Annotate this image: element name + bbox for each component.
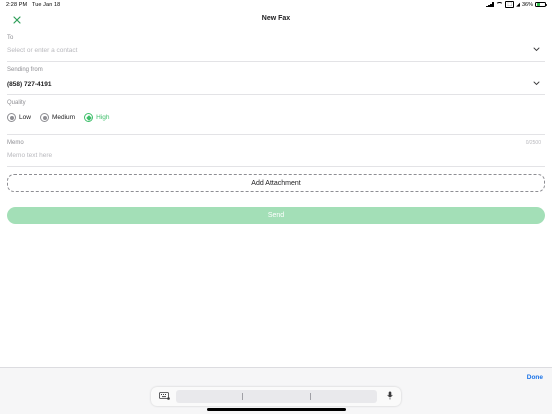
- memo-character-counter: 0/2500: [525, 140, 541, 146]
- divider: [242, 393, 243, 400]
- radio-icon: [7, 113, 16, 122]
- floating-keyboard-shortcut-bar: [151, 387, 401, 406]
- memo-input[interactable]: Memo text here: [7, 152, 52, 159]
- chevron-down-icon[interactable]: [533, 47, 540, 52]
- quality-option-label: Low: [19, 114, 31, 121]
- quality-option-high[interactable]: High: [84, 113, 109, 122]
- status-date: Tue Jan 18: [31, 2, 61, 8]
- status-time: 2:28 PM: [6, 2, 28, 8]
- memo-label: Memo: [7, 140, 24, 146]
- chevron-down-icon[interactable]: [533, 81, 540, 86]
- sending-from-label: Sending from: [7, 67, 43, 73]
- quality-option-low[interactable]: Low: [7, 113, 31, 122]
- vpn-icon: ⬚: [505, 1, 515, 8]
- to-input[interactable]: Select or enter a contact: [7, 47, 77, 54]
- battery-percent: 36%: [521, 1, 533, 8]
- page-title: New Fax: [261, 15, 291, 22]
- predictive-text-bar[interactable]: [176, 390, 377, 403]
- quality-field: Quality Low Medium High: [7, 99, 545, 135]
- status-indicators: ⬚ ◢ 36%: [486, 1, 547, 8]
- home-indicator: [207, 408, 346, 411]
- sending-from-value[interactable]: (858) 727-4191: [7, 81, 51, 88]
- memo-field[interactable]: Memo 0/2500 Memo text here: [7, 139, 545, 167]
- status-bar: 2:28 PM Tue Jan 18 ⬚ ◢ 36%: [0, 0, 552, 11]
- done-button[interactable]: Done: [527, 374, 543, 381]
- radio-selected-icon: [84, 113, 94, 122]
- keyboard-accessory-bar: Done: [0, 367, 552, 414]
- quality-options: Low Medium High: [7, 113, 109, 122]
- radio-icon: [39, 113, 49, 122]
- wifi-icon: [496, 2, 504, 7]
- divider: [310, 393, 311, 400]
- microphone-icon[interactable]: [387, 391, 393, 400]
- status-time-date: 2:28 PM Tue Jan 18: [6, 2, 60, 8]
- to-field[interactable]: To Select or enter a contact: [7, 34, 545, 62]
- quality-option-label: High: [96, 114, 110, 121]
- location-icon: ◢: [516, 1, 520, 8]
- send-button[interactable]: Send: [7, 207, 545, 224]
- cellular-signal-icon: [486, 2, 494, 7]
- quality-label: Quality: [7, 100, 26, 106]
- sending-from-field[interactable]: Sending from (858) 727-4191: [7, 66, 545, 95]
- navigation-bar: New Fax: [0, 11, 552, 29]
- quality-option-medium[interactable]: Medium: [39, 113, 76, 122]
- add-attachment-button[interactable]: Add Attachment: [7, 174, 545, 192]
- quality-option-label: Medium: [51, 114, 76, 121]
- keyboard-icon[interactable]: [159, 392, 170, 400]
- to-label: To: [7, 35, 14, 41]
- battery-icon: [535, 1, 547, 8]
